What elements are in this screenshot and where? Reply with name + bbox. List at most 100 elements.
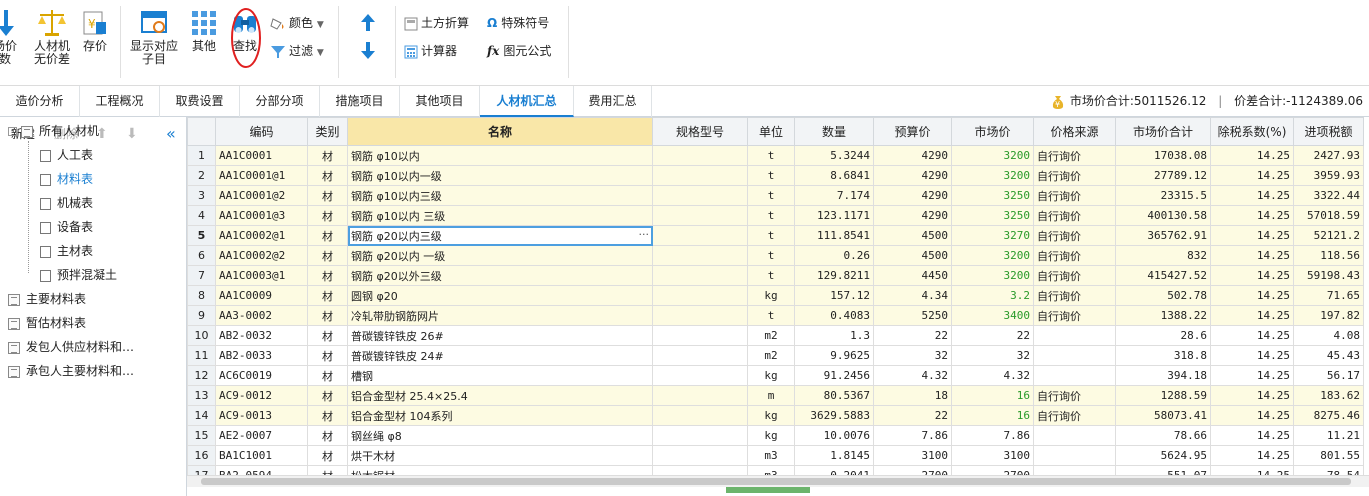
name-cell[interactable]: 烘干木材 bbox=[347, 445, 653, 466]
market-total-cell[interactable]: 28.6 bbox=[1115, 325, 1211, 346]
input-tax-cell[interactable]: 197.82 bbox=[1293, 305, 1364, 326]
table-row[interactable]: 15 AE2-0007 材钢丝绳 φ8 kg 10.0076 7.86 7.86 78.66 1… bbox=[187, 425, 1364, 446]
tab-measures[interactable]: 措施项目 bbox=[320, 86, 400, 117]
type-cell[interactable]: 材 bbox=[307, 265, 348, 286]
name-cell[interactable]: 钢丝绳 φ8 bbox=[347, 425, 653, 446]
row-number[interactable]: 2 bbox=[187, 165, 216, 186]
tax-rate-cell[interactable]: 14.25 bbox=[1210, 285, 1294, 306]
spec-cell[interactable] bbox=[652, 305, 748, 326]
market-price-cell[interactable]: 3200 bbox=[951, 145, 1034, 166]
name-cell[interactable]: 钢筋 φ20以内三级 ··· bbox=[347, 225, 653, 246]
row-number[interactable]: 9 bbox=[187, 305, 216, 326]
tax-rate-cell[interactable]: 14.25 bbox=[1210, 165, 1294, 186]
tab-project-overview[interactable]: 工程概况 bbox=[80, 86, 160, 117]
price-source-cell[interactable]: 自行询价 bbox=[1033, 185, 1116, 206]
quantity-cell[interactable]: 7.174 bbox=[794, 185, 874, 206]
name-cell[interactable]: 普碳镀锌铁皮 24# bbox=[347, 345, 653, 366]
market-price-button[interactable]: 场价 数 bbox=[0, 8, 22, 66]
market-total-cell[interactable]: 400130.58 bbox=[1115, 205, 1211, 226]
budget-price-cell[interactable]: 4.34 bbox=[873, 285, 952, 306]
market-price-cell[interactable]: 3200 bbox=[951, 265, 1034, 286]
market-total-cell[interactable]: 318.8 bbox=[1115, 345, 1211, 366]
unit-cell[interactable]: m2 bbox=[747, 325, 795, 346]
table-row[interactable]: 8 AA1C0009 材圆钢 φ20 kg 157.12 4.34 3.2 自行询价 502.7… bbox=[187, 285, 1364, 306]
market-total-cell[interactable]: 1288.59 bbox=[1115, 385, 1211, 406]
market-price-cell[interactable]: 3200 bbox=[951, 245, 1034, 266]
column-header[interactable]: 规格型号 bbox=[652, 117, 748, 146]
market-price-cell[interactable]: 22 bbox=[951, 325, 1034, 346]
input-tax-cell[interactable]: 59198.43 bbox=[1293, 265, 1364, 286]
name-cell[interactable]: 钢筋 φ10以内一级 bbox=[347, 165, 653, 186]
unit-cell[interactable]: t bbox=[747, 165, 795, 186]
market-price-cell[interactable]: 3250 bbox=[951, 205, 1034, 226]
type-cell[interactable]: 材 bbox=[307, 285, 348, 306]
type-cell[interactable]: 材 bbox=[307, 365, 348, 386]
tax-rate-cell[interactable]: 14.25 bbox=[1210, 145, 1294, 166]
code-cell[interactable]: AC6C0019 bbox=[215, 365, 308, 386]
market-price-cell[interactable]: 32 bbox=[951, 345, 1034, 366]
market-price-cell[interactable]: 16 bbox=[951, 385, 1034, 406]
name-cell[interactable]: 钢筋 φ10以内三级 bbox=[347, 185, 653, 206]
unit-cell[interactable]: m2 bbox=[747, 345, 795, 366]
unit-cell[interactable]: kg bbox=[747, 405, 795, 426]
panel-resize-handle[interactable] bbox=[726, 487, 810, 493]
move-down-icon[interactable] bbox=[360, 42, 376, 60]
row-number[interactable]: 3 bbox=[187, 185, 216, 206]
code-cell[interactable]: AA3-0002 bbox=[215, 305, 308, 326]
price-source-cell[interactable] bbox=[1033, 425, 1116, 446]
tax-rate-cell[interactable]: 14.25 bbox=[1210, 205, 1294, 226]
row-number[interactable]: 16 bbox=[187, 445, 216, 466]
row-number[interactable]: 8 bbox=[187, 285, 216, 306]
column-header[interactable]: 数量 bbox=[794, 117, 874, 146]
input-tax-cell[interactable]: 801.55 bbox=[1293, 445, 1364, 466]
quantity-cell[interactable]: 0.26 bbox=[794, 245, 874, 266]
unit-cell[interactable]: t bbox=[747, 245, 795, 266]
special-symbol-button[interactable]: Ω 特殊符号 bbox=[487, 14, 549, 32]
market-total-cell[interactable]: 27789.12 bbox=[1115, 165, 1211, 186]
price-source-cell[interactable] bbox=[1033, 365, 1116, 386]
row-number[interactable]: 13 bbox=[187, 385, 216, 406]
tax-rate-cell[interactable]: 14.25 bbox=[1210, 405, 1294, 426]
tree-item[interactable]: 机械表 bbox=[40, 193, 93, 213]
more-options-icon[interactable]: ··· bbox=[639, 228, 650, 241]
unit-cell[interactable]: t bbox=[747, 185, 795, 206]
quantity-cell[interactable]: 91.2456 bbox=[794, 365, 874, 386]
price-source-cell[interactable]: 自行询价 bbox=[1033, 165, 1116, 186]
market-total-cell[interactable]: 502.78 bbox=[1115, 285, 1211, 306]
quantity-cell[interactable]: 1.8145 bbox=[794, 445, 874, 466]
type-cell[interactable]: 材 bbox=[307, 205, 348, 226]
market-total-cell[interactable]: 17038.08 bbox=[1115, 145, 1211, 166]
unit-cell[interactable]: m3 bbox=[747, 445, 795, 466]
row-number[interactable]: 1 bbox=[187, 145, 216, 166]
tree-item[interactable]: 暂估材料表 bbox=[8, 313, 86, 333]
tax-rate-cell[interactable]: 14.25 bbox=[1210, 185, 1294, 206]
tax-rate-cell[interactable]: 14.25 bbox=[1210, 305, 1294, 326]
tax-rate-cell[interactable]: 14.25 bbox=[1210, 345, 1294, 366]
budget-price-cell[interactable]: 4.32 bbox=[873, 365, 952, 386]
type-cell[interactable]: 材 bbox=[307, 425, 348, 446]
type-cell[interactable]: 材 bbox=[307, 305, 348, 326]
name-cell[interactable]: 圆钢 φ20 bbox=[347, 285, 653, 306]
code-cell[interactable]: BA1C1001 bbox=[215, 445, 308, 466]
input-tax-cell[interactable]: 183.62 bbox=[1293, 385, 1364, 406]
market-total-cell[interactable]: 832 bbox=[1115, 245, 1211, 266]
price-source-cell[interactable]: 自行询价 bbox=[1033, 245, 1116, 266]
earthwork-button[interactable]: 土方折算 bbox=[404, 14, 469, 32]
price-source-cell[interactable] bbox=[1033, 445, 1116, 466]
table-row[interactable]: 13 AC9-0012 材铝合金型材 25.4×25.4 m 80.5367 18 16 自行… bbox=[187, 385, 1364, 406]
rencaiji-nodiff-button[interactable]: 人材机 无价差 bbox=[32, 8, 72, 66]
tree-item[interactable]: 发包人供应材料和… bbox=[8, 337, 134, 357]
price-source-cell[interactable]: 自行询价 bbox=[1033, 225, 1116, 246]
code-cell[interactable]: AA1C0001@2 bbox=[215, 185, 308, 206]
row-number[interactable]: 4 bbox=[187, 205, 216, 226]
tab-cost-analysis[interactable]: 造价分析 bbox=[0, 86, 80, 117]
move-down-icon[interactable]: ⬇ bbox=[126, 117, 138, 151]
code-cell[interactable]: AA1C0002@2 bbox=[215, 245, 308, 266]
spec-cell[interactable] bbox=[652, 345, 748, 366]
table-row[interactable]: 12 AC6C0019 材槽钢 kg 91.2456 4.32 4.32 394.18 14.2… bbox=[187, 365, 1364, 386]
name-cell[interactable]: 钢筋 φ10以内 三级 bbox=[347, 205, 653, 226]
row-number[interactable]: 12 bbox=[187, 365, 216, 386]
budget-price-cell[interactable]: 3100 bbox=[873, 445, 952, 466]
tree-item[interactable]: 人工表 bbox=[40, 145, 93, 165]
filter-button[interactable]: 过滤 ▼ bbox=[270, 42, 324, 60]
